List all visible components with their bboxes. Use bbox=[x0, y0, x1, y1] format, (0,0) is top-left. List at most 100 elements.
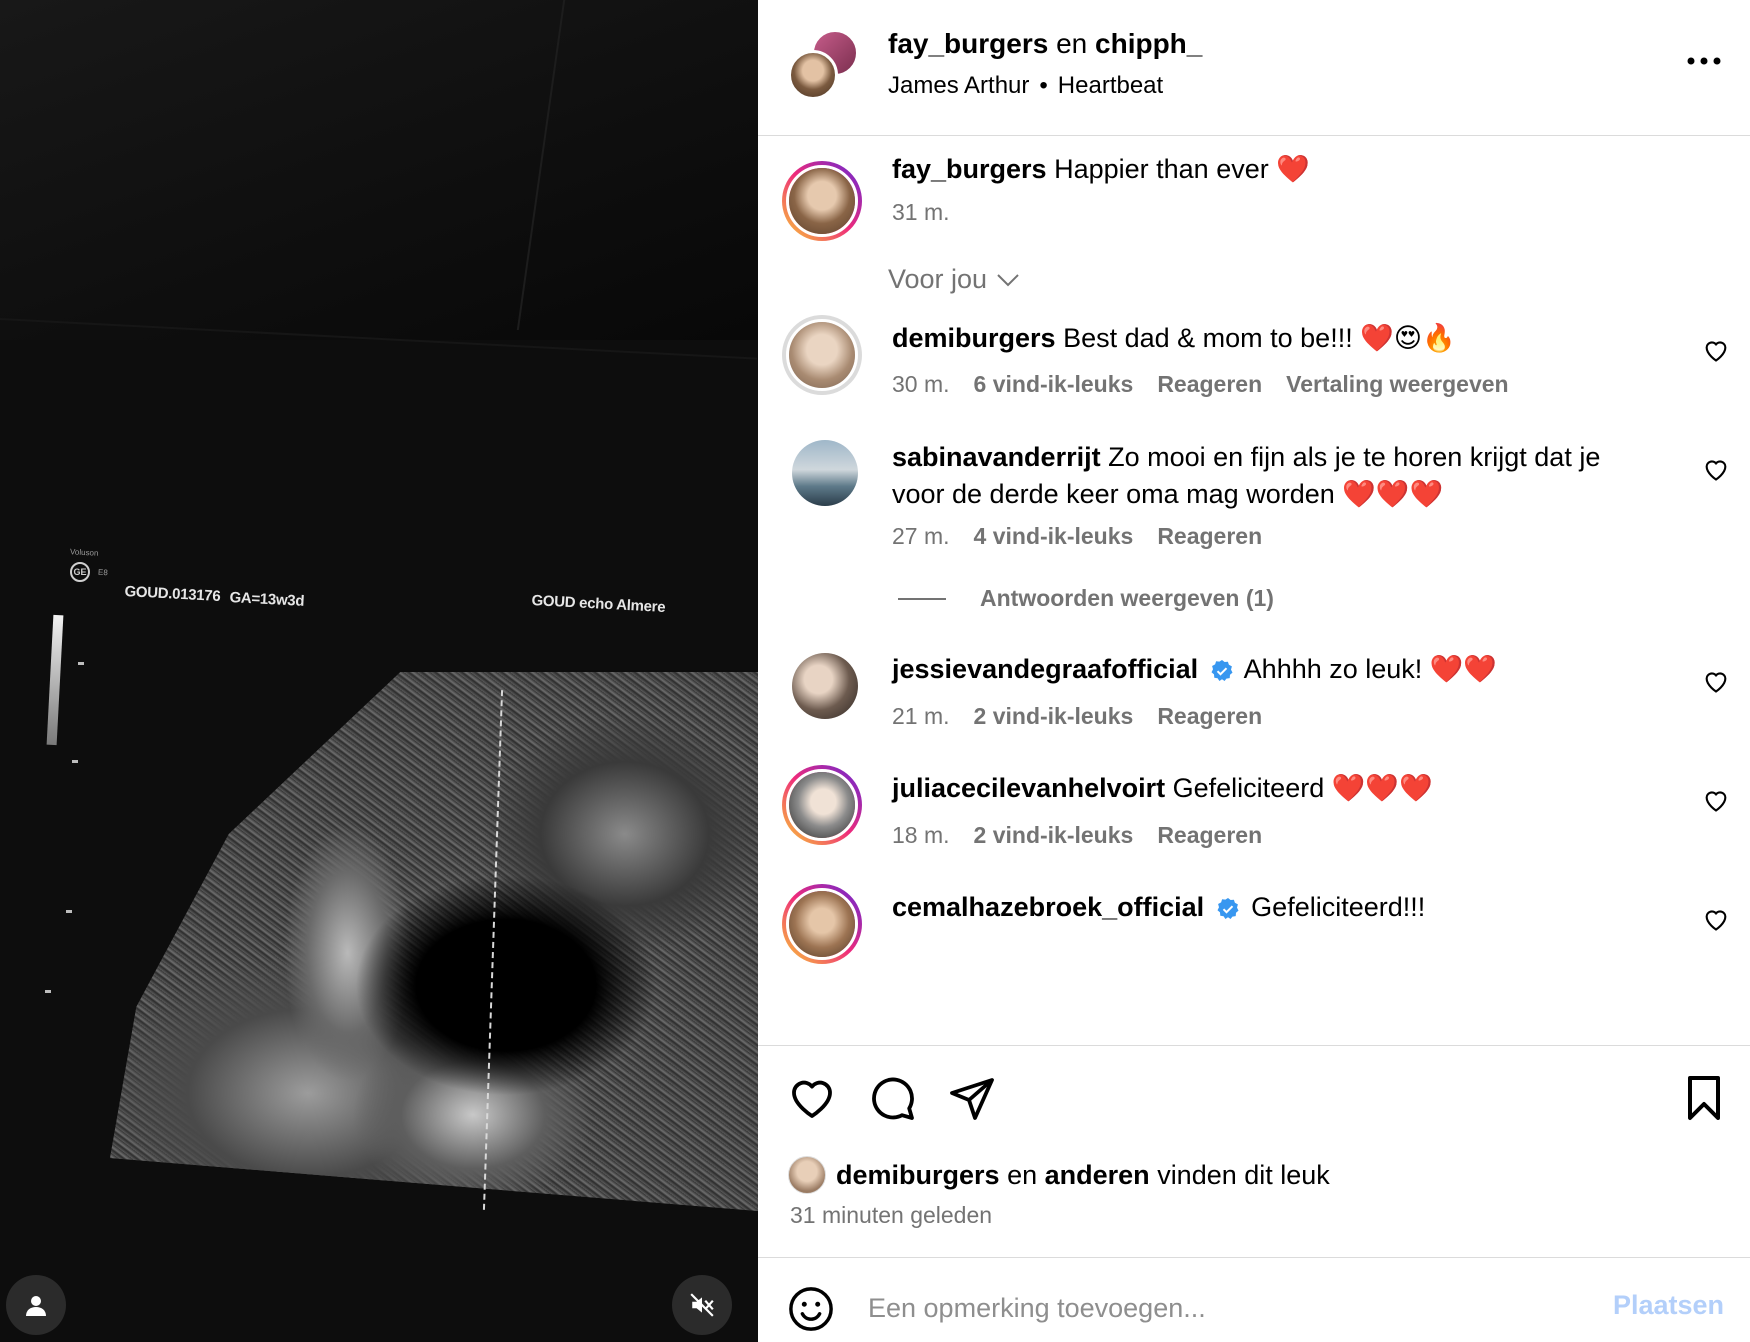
more-options-button[interactable] bbox=[1682, 46, 1726, 76]
avatar bbox=[792, 653, 858, 719]
username-link[interactable]: fay_burgers bbox=[888, 28, 1048, 59]
likes-count[interactable]: 2 vind-ik-leuks bbox=[974, 703, 1134, 730]
collab-avatars[interactable] bbox=[788, 30, 858, 100]
view-replies-label: Antwoorden weergeven (1) bbox=[980, 585, 1274, 611]
username-link[interactable]: fay_burgers bbox=[892, 154, 1047, 184]
ge-logo-icon: GE bbox=[70, 562, 90, 582]
caption-text: fay_burgers Happier than ever ❤️ bbox=[892, 151, 1310, 188]
translate-button[interactable]: Vertaling weergeven bbox=[1286, 371, 1508, 398]
reply-button[interactable]: Reageren bbox=[1157, 523, 1262, 550]
caption-avatar[interactable] bbox=[782, 161, 862, 241]
post-media[interactable]: GE Voluson E8 GOUD.013176 GA=13w3d GOUD … bbox=[0, 0, 758, 1342]
ultrasound-scan-image bbox=[110, 672, 758, 1212]
separator-dot: • bbox=[1039, 72, 1048, 99]
comment-text: sabinavanderrijt Zo mooi en fijn als je … bbox=[892, 439, 1652, 513]
connector-text: en bbox=[1007, 1159, 1038, 1190]
avatar bbox=[789, 322, 855, 388]
comment-meta: 18 m. 2 vind-ik-leuks Reageren bbox=[892, 822, 1262, 849]
reply-button[interactable]: Reageren bbox=[1157, 703, 1262, 730]
username-link[interactable]: juliacecilevanhelvoirt bbox=[892, 773, 1165, 803]
gestational-age-label: GA=13w3d bbox=[229, 589, 305, 610]
caption-body: Happier than ever ❤️ bbox=[1054, 154, 1310, 184]
avatar bbox=[789, 772, 855, 838]
avatar bbox=[789, 891, 855, 957]
comment-time: 30 m. bbox=[892, 371, 950, 397]
tagged-people-button[interactable] bbox=[6, 1275, 66, 1335]
more-dots-icon bbox=[1687, 57, 1721, 65]
comment-time: 27 m. bbox=[892, 523, 950, 549]
caption-meta: 31 m. bbox=[892, 199, 950, 226]
comment-text: juliacecilevanhelvoirt Gefeliciteerd ❤️❤… bbox=[892, 770, 1433, 807]
post-comment-button[interactable]: Plaatsen bbox=[1613, 1290, 1724, 1321]
comment-bubble-icon[interactable] bbox=[868, 1074, 916, 1122]
comment-avatar[interactable] bbox=[792, 653, 858, 719]
patient-id-label: GOUD.013176 bbox=[124, 583, 221, 605]
post-timestamp[interactable]: 31 minuten geleden bbox=[790, 1202, 992, 1229]
audio-attribution[interactable]: James Arthur • Heartbeat bbox=[888, 72, 1163, 100]
artist-name[interactable]: James Arthur bbox=[888, 72, 1029, 100]
reply-button[interactable]: Reageren bbox=[1157, 371, 1262, 398]
avatar[interactable] bbox=[788, 50, 838, 100]
likes-summary[interactable]: demiburgers en anderen vinden dit leuk bbox=[788, 1156, 1330, 1194]
comment-filter-dropdown[interactable]: Voor jou bbox=[888, 264, 1019, 295]
username-link[interactable]: cemalhazebroek_official bbox=[892, 892, 1204, 922]
comment-text: demiburgers Best dad & mom to be!!! ❤️😍🔥 bbox=[892, 320, 1456, 357]
like-comment-heart-icon[interactable] bbox=[1702, 905, 1730, 933]
username-link[interactable]: demiburgers bbox=[892, 323, 1056, 353]
mute-button[interactable] bbox=[672, 1275, 732, 1335]
username-link[interactable]: jessievandegraafofficial bbox=[892, 654, 1198, 684]
save-bookmark-icon[interactable] bbox=[1680, 1074, 1728, 1122]
like-comment-heart-icon[interactable] bbox=[1702, 786, 1730, 814]
likes-suffix: vinden dit leuk bbox=[1157, 1159, 1330, 1190]
comment-text: jessievandegraafofficial Ahhhh zo leuk! … bbox=[892, 651, 1497, 688]
verified-badge-icon bbox=[1217, 897, 1239, 919]
emoji-smiley-icon[interactable] bbox=[788, 1286, 834, 1332]
comment-meta: 21 m. 2 vind-ik-leuks Reageren bbox=[892, 703, 1262, 730]
comment-meta: 27 m. 4 vind-ik-leuks Reageren bbox=[892, 523, 1262, 550]
like-comment-heart-icon[interactable] bbox=[1702, 336, 1730, 364]
probe-label: E8 bbox=[97, 567, 109, 578]
comment-time: 21 m. bbox=[892, 703, 950, 729]
song-name[interactable]: Heartbeat bbox=[1058, 72, 1163, 100]
comment-body: Ahhhh zo leuk! ❤️❤️ bbox=[1243, 654, 1498, 684]
likes-count[interactable]: 2 vind-ik-leuks bbox=[974, 822, 1134, 849]
comment-avatar[interactable] bbox=[782, 884, 862, 964]
like-heart-icon[interactable] bbox=[788, 1074, 836, 1122]
comment-meta: 30 m. 6 vind-ik-leuks Reageren Vertaling… bbox=[892, 371, 1509, 398]
like-comment-heart-icon[interactable] bbox=[1702, 455, 1730, 483]
filter-label: Voor jou bbox=[888, 264, 988, 294]
comment-avatar[interactable] bbox=[782, 765, 862, 845]
connector-text: en bbox=[1056, 28, 1088, 59]
divider-dash bbox=[898, 597, 946, 600]
depth-scale-bar bbox=[46, 614, 64, 746]
scale-tick bbox=[45, 990, 51, 993]
action-bar bbox=[758, 1045, 1750, 1046]
scale-tick bbox=[78, 662, 84, 665]
device-label: Voluson bbox=[69, 547, 99, 558]
comments-section[interactable]: fay_burgers Happier than ever ❤️ 31 m. V… bbox=[758, 137, 1750, 1045]
like-comment-heart-icon[interactable] bbox=[1702, 667, 1730, 695]
reply-button[interactable]: Reageren bbox=[1157, 822, 1262, 849]
likes-count[interactable]: 6 vind-ik-leuks bbox=[974, 371, 1134, 398]
share-send-icon[interactable] bbox=[948, 1074, 996, 1122]
verified-badge-icon bbox=[1211, 659, 1233, 681]
avatar bbox=[792, 440, 858, 506]
comment-time: 18 m. bbox=[892, 822, 950, 848]
caption-time: 31 m. bbox=[892, 199, 950, 225]
comment-input[interactable] bbox=[868, 1278, 1568, 1338]
comment-composer: Plaatsen bbox=[758, 1257, 1750, 1342]
comment-avatar[interactable] bbox=[792, 440, 858, 506]
comment-avatar[interactable] bbox=[782, 315, 862, 395]
view-replies-button[interactable]: Antwoorden weergeven (1) bbox=[898, 585, 1274, 612]
chevron-down-icon bbox=[997, 273, 1019, 286]
avatar bbox=[788, 1156, 826, 1194]
comment-body: Best dad & mom to be!!! ❤️😍🔥 bbox=[1063, 323, 1456, 353]
others-link[interactable]: anderen bbox=[1045, 1160, 1150, 1190]
username-link[interactable]: chipph_ bbox=[1095, 28, 1202, 59]
collab-usernames: fay_burgers en chipph_ bbox=[888, 28, 1202, 60]
username-link[interactable]: demiburgers bbox=[836, 1160, 1000, 1190]
comment-body: Gefeliciteerd ❤️❤️❤️ bbox=[1172, 773, 1433, 803]
likes-count[interactable]: 4 vind-ik-leuks bbox=[974, 523, 1134, 550]
username-link[interactable]: sabinavanderrijt bbox=[892, 442, 1101, 472]
background-wall bbox=[0, 0, 758, 340]
